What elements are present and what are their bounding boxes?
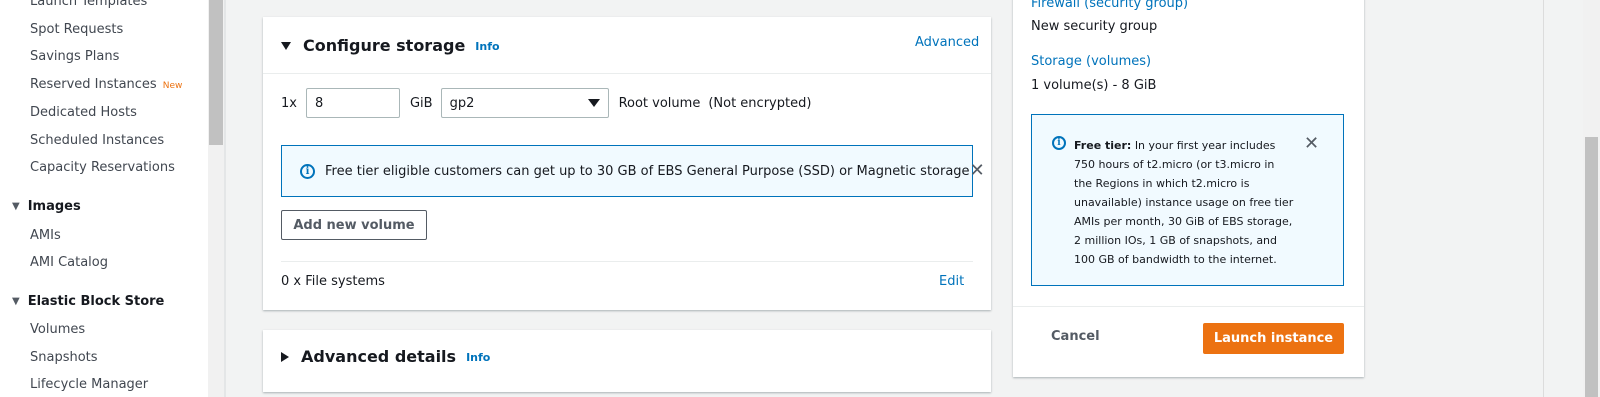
panel-title: Advanced details: [301, 347, 457, 366]
storage-header[interactable]: Configure storage Info: [281, 36, 500, 55]
free-tier-info-box: i Free tier: In your first year includes…: [1031, 114, 1344, 286]
collapse-triangle-icon: ▼: [12, 201, 20, 212]
row-divider: [281, 261, 973, 262]
sidebar-item-launch-templates[interactable]: Launch Templates: [30, 0, 147, 9]
volume-type-select[interactable]: gp2: [440, 88, 609, 118]
close-icon[interactable]: ✕: [970, 162, 985, 180]
panel-title: Configure storage: [303, 36, 466, 55]
selected-value: gp2: [449, 95, 475, 111]
sidebar-item-savings-plans[interactable]: Savings Plans: [30, 49, 119, 64]
advanced-details-panel: Advanced details Info: [263, 330, 991, 392]
sidebar-item-spot-requests[interactable]: Spot Requests: [30, 22, 123, 37]
page-scrollbar-thumb[interactable]: [1585, 137, 1598, 397]
alert-text: Free tier eligible customers can get up …: [325, 163, 970, 179]
advanced-details-header[interactable]: Advanced details Info: [281, 347, 490, 366]
launch-instance-button[interactable]: Launch instance: [1203, 323, 1344, 354]
sidebar-section-images[interactable]: ▼ Images: [12, 199, 81, 214]
add-new-volume-button[interactable]: Add new volume: [281, 210, 427, 240]
configure-storage-panel: Configure storage Info Advanced 1x 8 GiB…: [263, 17, 991, 310]
sidebar-item-label: Reserved Instances: [30, 77, 157, 92]
collapse-triangle-icon: [281, 41, 291, 50]
volume-row: 1x 8 GiB gp2 Root volume (Not encrypted): [281, 88, 811, 118]
sidebar-item-ami-catalog[interactable]: AMI Catalog: [30, 255, 108, 270]
summary-panel: Firewall (security group) New security g…: [1013, 0, 1364, 377]
footer-divider: [1013, 306, 1364, 307]
sidebar-item-volumes[interactable]: Volumes: [30, 322, 85, 337]
sidebar-divider: [224, 0, 226, 397]
sidebar-item-capacity-reservations[interactable]: Capacity Reservations: [30, 160, 175, 175]
expand-triangle-icon: [281, 351, 289, 362]
encryption-status: (Not encrypted): [708, 95, 812, 111]
volume-count: 1x: [281, 95, 297, 111]
firewall-value: New security group: [1031, 19, 1158, 34]
close-icon[interactable]: ✕: [1304, 133, 1319, 154]
free-tier-description: In your first year includes 750 hours of…: [1074, 139, 1294, 266]
collapse-triangle-icon: ▼: [12, 296, 20, 307]
info-icon: i: [1052, 136, 1066, 150]
edit-link[interactable]: Edit: [939, 274, 964, 289]
sidebar-item-snapshots[interactable]: Snapshots: [30, 350, 98, 365]
sidebar-item-dedicated-hosts[interactable]: Dedicated Hosts: [30, 105, 137, 120]
sidebar-item-amis[interactable]: AMIs: [30, 228, 61, 243]
sidebar-item-scheduled-instances[interactable]: Scheduled Instances: [30, 133, 164, 148]
info-link[interactable]: Info: [475, 40, 499, 53]
file-systems-label: 0 x File systems: [281, 274, 385, 289]
section-title: Images: [27, 199, 81, 214]
size-unit: GiB: [409, 95, 433, 111]
header-divider: [263, 73, 991, 74]
volume-size-input[interactable]: 8: [305, 88, 400, 118]
sidebar-nav: Launch Templates Spot Requests Savings P…: [0, 0, 208, 397]
storage-link[interactable]: Storage (volumes): [1031, 54, 1151, 69]
root-volume-label: Root volume: [618, 95, 701, 111]
cancel-button[interactable]: Cancel: [1051, 329, 1100, 344]
firewall-link[interactable]: Firewall (security group): [1031, 0, 1188, 11]
sidebar-scrollbar-thumb[interactable]: [209, 0, 223, 145]
section-title: Elastic Block Store: [27, 294, 165, 309]
free-tier-text: Free tier: In your first year includes 7…: [1074, 136, 1294, 269]
page-divider: [1543, 0, 1544, 397]
sidebar-item-reserved-instances[interactable]: Reserved Instances New: [30, 77, 182, 92]
info-link[interactable]: Info: [466, 351, 490, 364]
info-icon: i: [300, 163, 315, 179]
new-badge: New: [162, 81, 183, 91]
free-tier-title: Free tier:: [1074, 139, 1132, 152]
storage-value: 1 volume(s) - 8 GiB: [1031, 78, 1157, 93]
sidebar-item-lifecycle-manager[interactable]: Lifecycle Manager: [30, 377, 148, 392]
sidebar-section-ebs[interactable]: ▼ Elastic Block Store: [12, 294, 164, 309]
caret-down-icon: [587, 99, 600, 107]
free-tier-alert: i Free tier eligible customers can get u…: [281, 145, 985, 197]
advanced-link[interactable]: Advanced: [915, 35, 979, 50]
